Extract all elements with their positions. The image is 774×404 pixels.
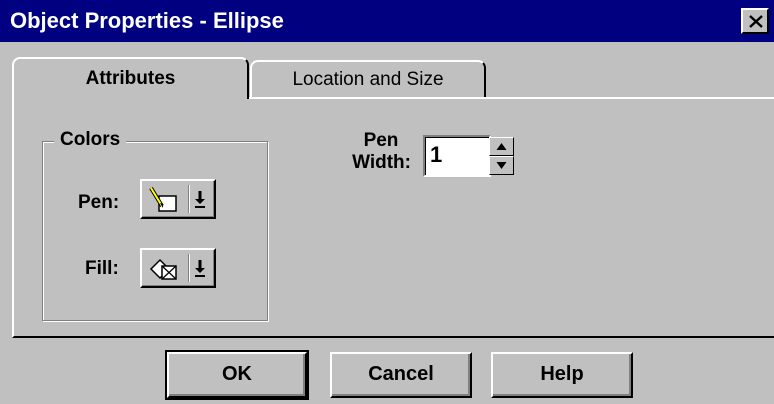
pen-width-spinner[interactable] <box>489 137 514 175</box>
pen-width-value: 1 <box>430 142 443 167</box>
pen-width-label-line2: Width: <box>352 152 411 173</box>
spin-down-button[interactable] <box>489 156 514 175</box>
down-arrow-icon <box>496 162 507 169</box>
fill-label: Fill: <box>85 258 119 279</box>
pen-width-label: Pen Width: <box>311 130 411 174</box>
fill-color-button[interactable] <box>140 248 216 288</box>
pen-label: Pen: <box>78 192 120 213</box>
tab-attributes[interactable]: Attributes <box>12 57 249 99</box>
tab-label: Location and Size <box>292 69 444 90</box>
close-button[interactable] <box>741 8 769 34</box>
colors-group-label: Colors <box>54 129 127 151</box>
pen-width-input[interactable]: 1 <box>423 135 491 177</box>
fill-color-icon <box>149 258 177 280</box>
window-title: Object Properties - Ellipse <box>10 8 284 33</box>
tab-location-and-size[interactable]: Location and Size <box>250 60 486 98</box>
up-arrow-icon <box>496 143 507 150</box>
colors-groupbox <box>42 141 268 321</box>
tab-label: Attributes <box>85 68 176 89</box>
help-button[interactable]: Help <box>491 352 633 398</box>
title-bar[interactable]: Object Properties - Ellipse <box>0 0 774 42</box>
cancel-button[interactable]: Cancel <box>330 352 472 398</box>
pen-color-button[interactable] <box>140 179 216 219</box>
spin-up-button[interactable] <box>489 137 514 156</box>
tab-gap <box>14 96 247 100</box>
dropdown-arrow-icon <box>195 191 205 208</box>
dropdown-arrow-icon <box>195 260 205 277</box>
pen-width-label-line1: Pen <box>363 130 399 151</box>
divider <box>188 254 190 282</box>
divider <box>188 185 190 213</box>
ok-button[interactable]: OK <box>165 350 309 400</box>
close-icon <box>749 15 763 28</box>
pen-color-icon <box>149 186 177 212</box>
